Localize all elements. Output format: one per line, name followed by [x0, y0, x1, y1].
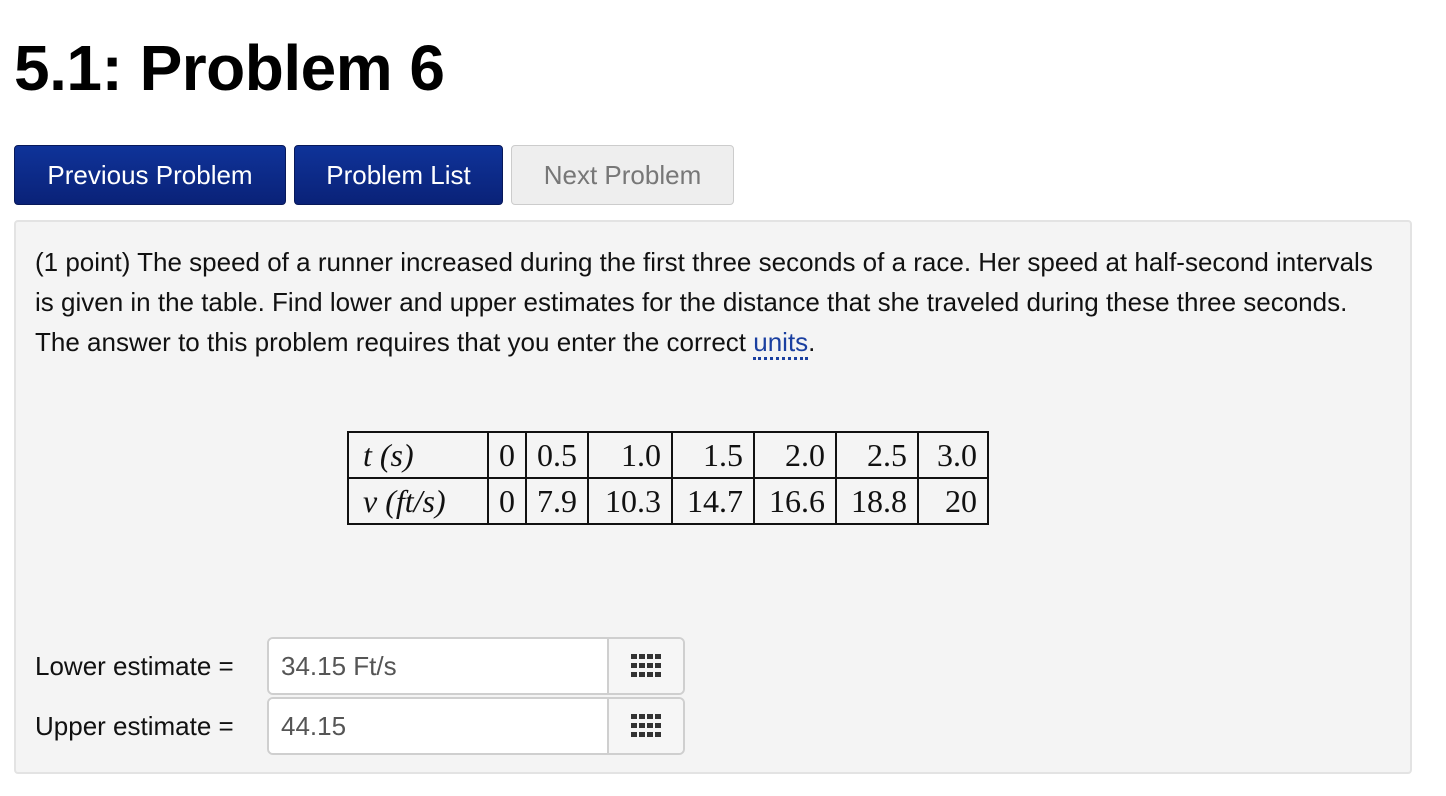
table-cell: 1.0: [587, 431, 673, 479]
table-cell: 18.8: [835, 477, 919, 525]
previous-problem-button[interactable]: Previous Problem: [14, 145, 286, 205]
table-cell: 10.3: [587, 477, 673, 525]
keypad-grid-icon[interactable]: [607, 639, 683, 693]
table-cell: 3.0: [917, 431, 989, 479]
page-title: 5.1: Problem 6: [14, 32, 445, 104]
table-cell: 20: [917, 477, 989, 525]
speed-data-table: t (s) 0 0.5 1.0 1.5 2.0 2.5 3.0 v (ft/s)…: [347, 431, 989, 525]
table-cell: 7.9: [525, 477, 589, 525]
table-cell: 0: [487, 477, 527, 525]
table-row-header: v (ft/s): [347, 477, 489, 525]
table-cell: 16.6: [753, 477, 837, 525]
upper-estimate-row: Upper estimate =: [35, 697, 685, 755]
problem-text-end: .: [808, 327, 816, 357]
problem-navigation: Previous Problem Problem List Next Probl…: [14, 145, 734, 205]
lower-estimate-input[interactable]: [269, 639, 607, 693]
problem-statement: (1 point) The speed of a runner increase…: [35, 242, 1395, 362]
problem-list-button[interactable]: Problem List: [294, 145, 503, 205]
table-cell: 1.5: [671, 431, 755, 479]
next-problem-button: Next Problem: [511, 145, 734, 205]
upper-estimate-group: [267, 697, 685, 755]
upper-estimate-label: Upper estimate =: [35, 710, 234, 741]
upper-estimate-input[interactable]: [269, 699, 607, 753]
lower-estimate-group: [267, 637, 685, 695]
problem-text-main: (1 point) The speed of a runner increase…: [35, 247, 1373, 357]
lower-estimate-label: Lower estimate =: [35, 650, 234, 681]
table-cell: 0: [487, 431, 527, 479]
table-cell: 2.5: [835, 431, 919, 479]
table-cell: 14.7: [671, 477, 755, 525]
table-row-header: t (s): [347, 431, 489, 479]
lower-estimate-row: Lower estimate =: [35, 637, 685, 695]
table-row-speed: v (ft/s) 0 7.9 10.3 14.7 16.6 18.8 20: [347, 477, 989, 525]
table-cell: 2.0: [753, 431, 837, 479]
keypad-grid-icon[interactable]: [607, 699, 683, 753]
problem-panel: (1 point) The speed of a runner increase…: [14, 220, 1412, 774]
table-row-time: t (s) 0 0.5 1.0 1.5 2.0 2.5 3.0: [347, 431, 989, 479]
units-help-link[interactable]: units: [753, 327, 809, 360]
table-cell: 0.5: [525, 431, 589, 479]
